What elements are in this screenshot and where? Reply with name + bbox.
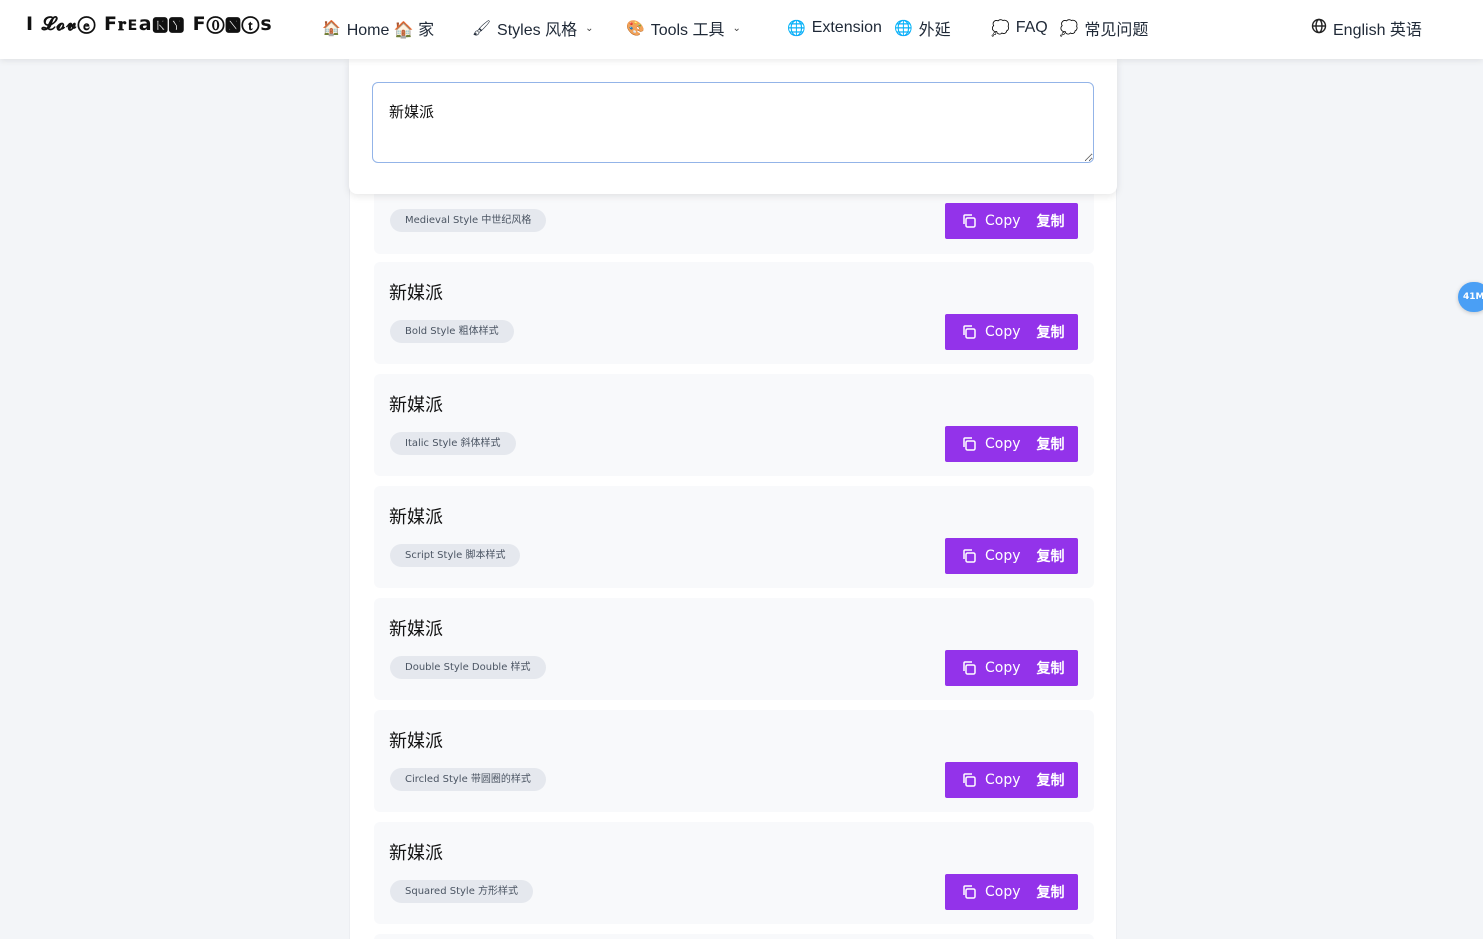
styled-text: 新媒派 — [389, 283, 443, 304]
copy-icon — [963, 325, 976, 339]
copy-label-cn: 复制 — [1036, 773, 1065, 789]
nav-home[interactable]: 🏠 Home 🏠 家 — [322, 16, 434, 40]
input-card — [349, 59, 1117, 194]
nav-extension[interactable]: 🌐 Extension 🌐 外延 — [787, 16, 951, 40]
copy-button[interactable]: Copy 复制 — [945, 426, 1078, 462]
styled-text: 新媒派 — [389, 619, 443, 640]
copy-button[interactable]: Copy 复制 — [945, 203, 1078, 239]
nav-tools-label: Tools 工具 — [650, 22, 725, 39]
copy-label-cn: 复制 — [1036, 549, 1065, 565]
copy-label: Copy — [985, 772, 1021, 788]
copy-label-cn: 复制 — [1036, 214, 1065, 230]
copy-label: Copy — [985, 324, 1021, 340]
palette-icon: 🎨 — [626, 19, 645, 37]
copy-icon — [963, 549, 976, 563]
copy-icon — [963, 661, 976, 675]
copy-icon — [963, 437, 976, 451]
copy-button[interactable]: Copy 复制 — [945, 874, 1078, 910]
result-card: 新媒派 Bold Style 粗体样式 Copy 复制 — [374, 262, 1094, 364]
styled-text: 新媒派 — [389, 843, 443, 864]
top-nav: I 𝓛𝓸𝓿ⓔ F𝐫ᴇa🅺🆈 F⓪🅽ⓣs 🏠 Home 🏠 家 🖌 Styles … — [0, 0, 1483, 59]
copy-label: Copy — [985, 660, 1021, 676]
chevron-down-icon: ⌄ — [732, 22, 741, 34]
copy-label: Copy — [985, 436, 1021, 452]
globe-icon: 🌐 — [893, 19, 913, 37]
copy-label-cn: 复制 — [1036, 885, 1065, 901]
result-card: 新媒派 Italic Style 斜体样式 Copy 复制 — [374, 374, 1094, 476]
result-card — [374, 934, 1094, 939]
result-card: 新媒派 Script Style 脚本样式 Copy 复制 — [374, 486, 1094, 588]
style-tag: Bold Style 粗体样式 — [390, 320, 514, 343]
style-tag: Double Style Double 样式 — [390, 656, 546, 679]
style-tag: Squared Style 方形样式 — [390, 880, 534, 903]
styled-text: 新媒派 — [389, 731, 443, 752]
styled-text: 新媒派 — [389, 507, 443, 528]
result-card: Medieval Style 中世纪风格 Copy 复制 — [374, 194, 1094, 254]
nav-extension-label-cn: 外延 — [918, 22, 951, 39]
nav-home-label: Home 🏠 家 — [346, 22, 435, 39]
style-tag: Medieval Style 中世纪风格 — [390, 209, 547, 232]
copy-button[interactable]: Copy 复制 — [945, 650, 1078, 686]
style-tag: Script Style 脚本样式 — [390, 544, 521, 567]
nav-styles[interactable]: 🖌 Styles 风格 ⌄ — [472, 16, 593, 40]
styled-text: 新媒派 — [389, 395, 443, 416]
copy-label-cn: 复制 — [1036, 325, 1065, 341]
copy-button[interactable]: Copy 复制 — [945, 314, 1078, 350]
globe-icon — [1311, 18, 1327, 39]
copy-label-cn: 复制 — [1036, 661, 1065, 677]
floating-badge[interactable]: 41M — [1458, 282, 1483, 312]
nav-faq[interactable]: 💭 FAQ 💭 常见问题 — [991, 16, 1148, 40]
result-card: 新媒派 Circled Style 带圆圈的样式 Copy 复制 — [374, 710, 1094, 812]
brush-icon: 🖌 — [472, 19, 492, 37]
copy-icon — [963, 773, 976, 787]
nav-faq-label: FAQ — [1015, 19, 1048, 36]
copy-button[interactable]: Copy 复制 — [945, 762, 1078, 798]
nav-styles-label: Styles 风格 — [497, 22, 578, 39]
globe-icon: 🌐 — [787, 19, 806, 37]
text-input[interactable] — [372, 82, 1094, 163]
nav-extension-label: Extension — [811, 19, 882, 36]
copy-icon — [963, 885, 976, 899]
copy-button[interactable]: Copy 复制 — [945, 538, 1078, 574]
copy-label: Copy — [985, 213, 1021, 229]
nav-tools[interactable]: 🎨 Tools 工具 ⌄ — [626, 16, 741, 40]
house-icon: 🏠 — [322, 19, 341, 37]
language-label: English 英语 — [1333, 22, 1422, 39]
style-tag: Circled Style 带圆圈的样式 — [390, 768, 546, 791]
speech-bubble-icon: 💭 — [991, 19, 1010, 37]
result-card: 新媒派 Double Style Double 样式 Copy 复制 — [374, 598, 1094, 700]
nav-faq-label-cn: 常见问题 — [1084, 22, 1149, 39]
copy-label: Copy — [985, 548, 1021, 564]
copy-label-cn: 复制 — [1036, 437, 1065, 453]
chevron-down-icon: ⌄ — [585, 22, 594, 34]
copy-icon — [963, 214, 976, 228]
site-logo[interactable]: I 𝓛𝓸𝓿ⓔ F𝐫ᴇa🅺🆈 F⓪🅽ⓣs — [26, 13, 273, 35]
copy-label: Copy — [985, 884, 1021, 900]
speech-bubble-icon: 💭 — [1059, 19, 1079, 37]
style-tag: Italic Style 斜体样式 — [390, 432, 516, 455]
language-selector[interactable]: English 英语 — [1311, 16, 1422, 40]
result-card: 新媒派 Squared Style 方形样式 Copy 复制 — [374, 822, 1094, 924]
